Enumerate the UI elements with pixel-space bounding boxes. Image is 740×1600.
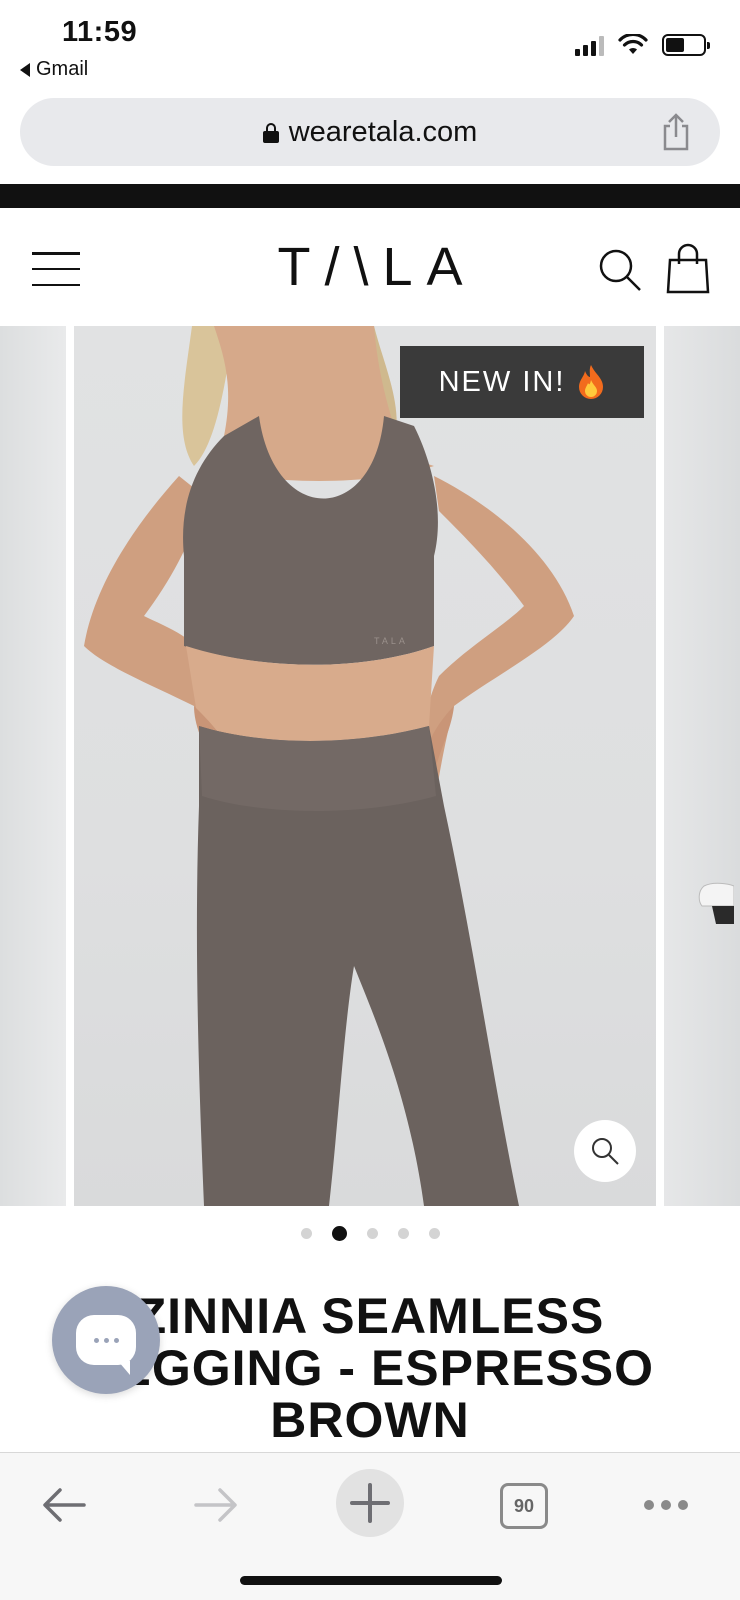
carousel-dot[interactable] xyxy=(300,1228,312,1239)
carousel-dot[interactable] xyxy=(366,1228,378,1239)
shopping-bag-icon[interactable] xyxy=(664,242,712,294)
fire-emoji-icon xyxy=(579,365,604,399)
home-indicator xyxy=(240,1576,502,1585)
back-to-app-link[interactable]: Gmail xyxy=(20,58,88,81)
previous-slide-image[interactable] xyxy=(0,326,66,1206)
carousel-pagination[interactable] xyxy=(0,1226,740,1241)
forward-arrow-icon xyxy=(194,1488,237,1522)
back-triangle-icon xyxy=(20,62,30,77)
promo-strip xyxy=(0,184,740,208)
tab-count-button[interactable]: 90 xyxy=(500,1483,548,1529)
search-icon[interactable] xyxy=(596,246,644,294)
badge-label: NEW IN! xyxy=(438,365,566,398)
cellular-signal-icon xyxy=(575,34,604,56)
battery-level-fill xyxy=(666,38,684,52)
url-text: wearetala.com xyxy=(288,116,478,148)
product-image-carousel[interactable]: TALA NEW IN! xyxy=(0,326,740,1206)
forward-button[interactable] xyxy=(186,1475,246,1535)
svg-text:TALA: TALA xyxy=(374,636,408,646)
chat-button[interactable] xyxy=(52,1286,160,1394)
back-arrow-icon xyxy=(43,1488,86,1522)
battery-icon xyxy=(662,34,710,56)
carousel-dot[interactable] xyxy=(428,1228,440,1239)
address-bar[interactable]: wearetala.com xyxy=(20,98,720,166)
model-illustration: TALA xyxy=(84,326,574,1206)
back-button[interactable] xyxy=(34,1475,94,1535)
next-slide-image[interactable] xyxy=(664,326,740,1206)
back-app-label: Gmail xyxy=(36,58,89,80)
more-dots-icon[interactable] xyxy=(638,1475,694,1535)
new-in-badge: NEW IN! xyxy=(400,346,644,418)
carousel-dot[interactable] xyxy=(331,1226,347,1241)
status-time: 11:59 xyxy=(62,16,138,48)
carousel-dot[interactable] xyxy=(397,1228,409,1239)
zoom-button[interactable] xyxy=(574,1120,636,1182)
new-tab-button[interactable] xyxy=(336,1469,404,1537)
magnifier-icon xyxy=(592,1138,619,1165)
chat-bubble-icon xyxy=(76,1315,136,1375)
plus-icon xyxy=(350,1483,390,1523)
site-header: T/\LA xyxy=(0,208,740,326)
shoe-partial-image xyxy=(698,882,734,924)
status-bar: 11:59 Gmail xyxy=(0,0,740,92)
wifi-icon xyxy=(618,34,648,54)
lock-icon xyxy=(262,123,279,143)
system-icons xyxy=(575,34,710,56)
product-image[interactable]: TALA NEW IN! xyxy=(74,326,656,1206)
share-icon[interactable] xyxy=(658,112,694,152)
url-display[interactable]: wearetala.com xyxy=(20,116,720,149)
